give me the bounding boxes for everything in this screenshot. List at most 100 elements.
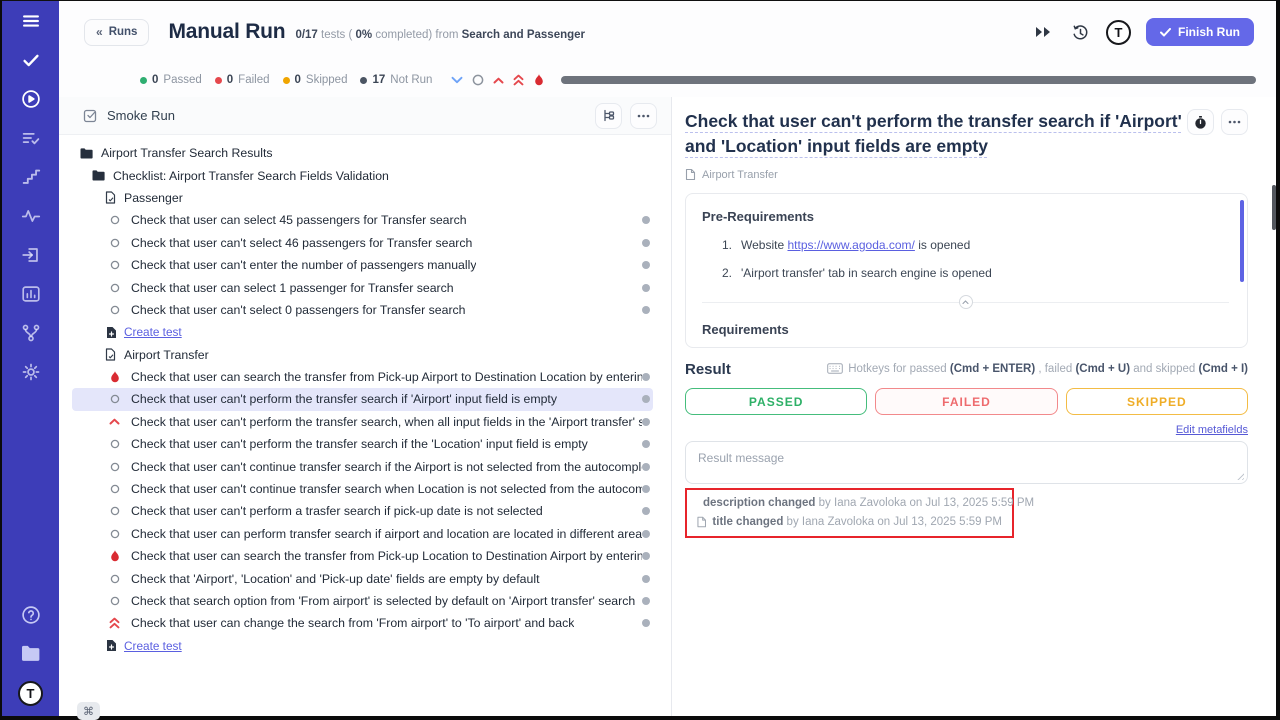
tree-test-row[interactable]: Check that user can't select 0 passenger… xyxy=(72,299,653,321)
avatar-letter: T xyxy=(27,686,35,701)
run-name: Smoke Run xyxy=(107,108,175,123)
tree-test-row[interactable]: Check that user can't continue transfer … xyxy=(72,455,653,477)
command-key-shortcut-badge[interactable]: ⌘ xyxy=(77,702,100,720)
prereq-link[interactable]: https://www.agoda.com/ xyxy=(787,238,914,252)
double-caret-up-icon[interactable] xyxy=(513,74,524,86)
tree-label: Check that user can search the transfer … xyxy=(131,370,642,384)
circle-icon[interactable] xyxy=(472,74,484,86)
tree-more-button[interactable] xyxy=(630,103,657,129)
test-title[interactable]: Check that user can't perform the transf… xyxy=(685,109,1187,159)
case-description-card[interactable]: Pre-Requirements 1.Website https://www.a… xyxy=(685,193,1248,348)
chevron-down-icon[interactable] xyxy=(451,76,463,84)
tree-label: Airport Transfer Search Results xyxy=(101,146,273,160)
tree-test-row[interactable]: Check that user can't enter the number o… xyxy=(72,254,653,276)
tree-suite[interactable]: Passenger xyxy=(72,187,653,209)
flame-icon xyxy=(108,370,121,384)
nav-help[interactable] xyxy=(11,595,51,634)
nav-activity[interactable] xyxy=(11,196,51,235)
suite-tag-label: Airport Transfer xyxy=(702,169,778,181)
file-plus-icon xyxy=(106,639,117,652)
user-avatar[interactable]: T xyxy=(1106,20,1131,45)
nav-imports[interactable] xyxy=(11,235,51,274)
change-history-annotation: description changed by Iana Zavoloka on … xyxy=(685,488,1014,538)
card-scrollbar-thumb[interactable] xyxy=(1240,200,1244,282)
check-icon xyxy=(20,49,42,71)
nav-reports[interactable] xyxy=(11,274,51,313)
run-stats: 0/17 tests ( 0% completed) from Search a… xyxy=(295,29,585,41)
caret-up-icon[interactable] xyxy=(493,77,504,84)
timer-history-icon[interactable] xyxy=(1069,21,1091,43)
tree-folder[interactable]: Airport Transfer Search Results xyxy=(72,142,653,164)
nav-milestones[interactable] xyxy=(11,157,51,196)
tree-test-row[interactable]: Check that user can't perform a trasfer … xyxy=(72,500,653,522)
tree-test-row[interactable]: Check that search option from 'From airp… xyxy=(72,590,653,612)
back-to-runs-button[interactable]: « Runs xyxy=(84,19,149,46)
tree-test-row[interactable]: Check that user can't perform the transf… xyxy=(72,433,653,455)
finish-run-button[interactable]: Finish Run xyxy=(1146,18,1254,46)
circle-status-icon xyxy=(108,305,121,315)
create-test-link[interactable]: Create test xyxy=(72,321,653,343)
nav-test-runs[interactable] xyxy=(11,79,51,118)
circle-status-icon xyxy=(108,394,121,404)
detail-more-button[interactable] xyxy=(1221,109,1248,135)
tree-label: Passenger xyxy=(124,191,183,205)
status-count-failed: 0Failed xyxy=(215,74,270,86)
flame-icon[interactable] xyxy=(533,73,545,87)
nav-test-cases[interactable] xyxy=(11,40,51,79)
tree-test-row[interactable]: Check that user can select 45 passengers… xyxy=(72,209,653,231)
tree-test-row[interactable]: Check that user can search the transfer … xyxy=(72,366,653,388)
nav-menu[interactable] xyxy=(11,1,51,40)
tree-test-row[interactable]: Check that user can't select 46 passenge… xyxy=(72,232,653,254)
run-header: « Runs Manual Run 0/17 tests ( 0% comple… xyxy=(59,1,1276,63)
skipped-button[interactable]: SKIPPED xyxy=(1066,388,1248,415)
tree-label: Check that user can search the transfer … xyxy=(131,549,642,563)
main-area: « Runs Manual Run 0/17 tests ( 0% comple… xyxy=(59,1,1276,716)
suite-tag[interactable]: Airport Transfer xyxy=(685,168,1248,181)
keyboard-icon xyxy=(827,363,843,374)
tree-folder[interactable]: Checklist: Airport Transfer Search Field… xyxy=(72,164,653,186)
help-icon xyxy=(20,604,42,626)
create-test-link[interactable]: Create test xyxy=(72,635,653,657)
tree-test-row[interactable]: Check that user can perform transfer sea… xyxy=(72,523,653,545)
failed-button[interactable]: FAILED xyxy=(875,388,1057,415)
tree-test-row[interactable]: Check that user can't continue transfer … xyxy=(72,478,653,500)
folder-icon xyxy=(80,148,93,159)
tree-test-row[interactable]: Check that user can select 1 passenger f… xyxy=(72,276,653,298)
nav-projects[interactable] xyxy=(11,634,51,673)
nav-integrations[interactable] xyxy=(11,313,51,352)
tree-test-row[interactable]: Check that user can't perform the transf… xyxy=(72,411,653,433)
fast-forward-icon[interactable] xyxy=(1032,21,1054,43)
tree-view-toggle-button[interactable] xyxy=(595,103,622,129)
not-run-status-dot xyxy=(642,507,650,515)
pulse-icon xyxy=(20,205,42,227)
sidebar-avatar[interactable]: T xyxy=(18,681,43,706)
finish-run-label: Finish Run xyxy=(1178,25,1240,39)
box-arrow-icon xyxy=(20,244,42,266)
nav-shared-steps[interactable] xyxy=(11,118,51,157)
tree-label: Check that user can't continue transfer … xyxy=(131,460,642,474)
file-plus-icon xyxy=(106,326,117,339)
file-icon xyxy=(697,516,706,528)
tree-test-row[interactable]: Check that user can search the transfer … xyxy=(72,545,653,567)
result-message-input[interactable]: Result message xyxy=(685,441,1248,484)
steps-icon xyxy=(20,166,42,188)
tree-label: Check that user can change the search fr… xyxy=(131,616,574,630)
resize-handle-icon[interactable] xyxy=(1235,471,1244,480)
tree-test-row[interactable]: Check that 'Airport', 'Location' and 'Pi… xyxy=(72,567,653,589)
edit-metafields-link[interactable]: Edit metafields xyxy=(1176,424,1248,436)
window-scrollbar-thumb[interactable] xyxy=(1272,185,1276,230)
tree-test-row[interactable]: Check that user can't perform the transf… xyxy=(72,388,653,410)
run-clipboard-icon xyxy=(83,108,98,123)
nav-settings[interactable] xyxy=(11,352,51,391)
folder-icon xyxy=(92,170,105,181)
divider-drag-handle[interactable] xyxy=(959,295,973,309)
tree-suite[interactable]: Airport Transfer xyxy=(72,344,653,366)
branch-icon xyxy=(20,322,42,344)
folder-icon xyxy=(19,642,43,666)
timer-button[interactable] xyxy=(1187,109,1214,135)
page-title: Manual Run xyxy=(168,20,285,44)
tree-test-row[interactable]: Check that user can change the search fr… xyxy=(72,612,653,634)
passed-button[interactable]: PASSED xyxy=(685,388,867,415)
tree-label: Check that user can't continue transfer … xyxy=(131,482,642,496)
tree-label: Check that user can't select 46 passenge… xyxy=(131,236,472,250)
